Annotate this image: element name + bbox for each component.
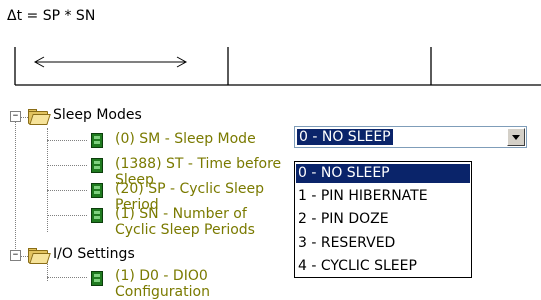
parameter-icon <box>91 158 103 173</box>
dropdown-option[interactable]: 0 - NO SLEEP <box>296 164 470 183</box>
dropdown-option[interactable]: 4 - CYCLIC SLEEP <box>296 257 470 276</box>
sleep-mode-select[interactable]: 0 - NO SLEEP <box>294 126 527 148</box>
parameter-icon <box>91 271 103 286</box>
chevron-down-icon[interactable] <box>507 128 525 146</box>
parameter-icon <box>91 133 103 148</box>
tree-connector <box>47 277 87 278</box>
param-label[interactable]: (1) D0 - DIO0 Configuration <box>115 268 292 300</box>
folder-open-icon <box>27 109 51 125</box>
dropdown-option[interactable]: 2 - PIN DOZE <box>296 210 470 229</box>
dropdown-list[interactable]: 0 - NO SLEEP 1 - PIN HIBERNATE 2 - PIN D… <box>294 161 472 278</box>
collapse-icon[interactable]: − <box>10 250 21 261</box>
tree-group-label[interactable]: I/O Settings <box>53 246 135 262</box>
tree-connector <box>15 122 16 257</box>
timing-diagram <box>14 47 541 86</box>
param-label[interactable]: (0) SM - Sleep Mode <box>115 131 292 147</box>
dropdown-option[interactable]: 3 - RESERVED <box>296 234 470 253</box>
tree-connector <box>47 165 87 166</box>
tree-connector <box>47 190 87 191</box>
collapse-icon[interactable]: − <box>10 111 21 122</box>
tree-group-label[interactable]: Sleep Modes <box>53 107 142 123</box>
parameter-icon <box>91 183 103 198</box>
parameter-icon <box>91 208 103 223</box>
tree-connector <box>47 215 87 216</box>
dropdown-option[interactable]: 1 - PIN HIBERNATE <box>296 187 470 206</box>
folder-open-icon <box>27 248 51 264</box>
tree-connector <box>47 262 48 281</box>
selected-value[interactable]: 0 - NO SLEEP <box>297 129 393 145</box>
tree-connector <box>47 128 48 232</box>
param-label[interactable]: (1) SN - Number of Cyclic Sleep Periods <box>115 206 292 238</box>
tree-connector <box>47 140 87 141</box>
